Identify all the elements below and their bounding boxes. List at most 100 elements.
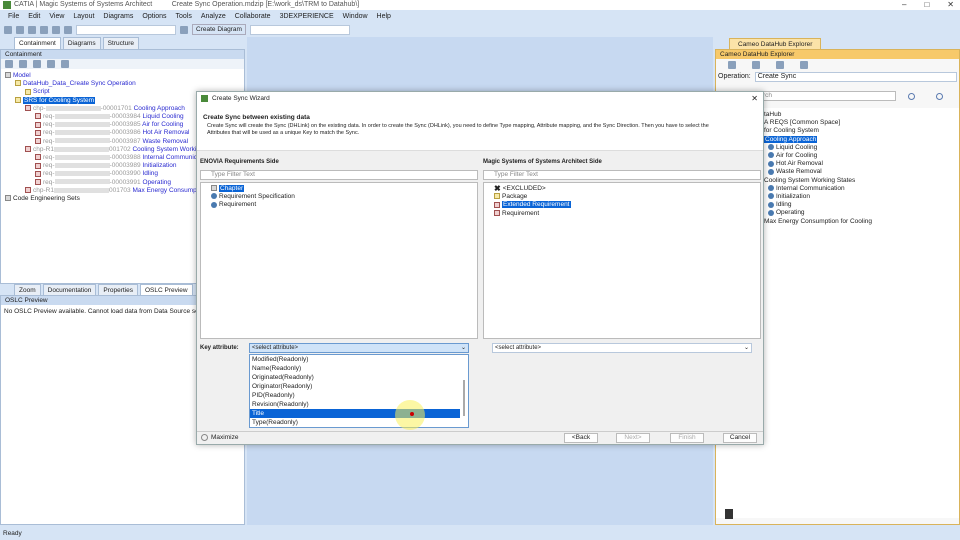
menu-diagrams[interactable]: Diagrams bbox=[103, 11, 133, 23]
app-icon bbox=[3, 1, 11, 9]
tree-item-excluded[interactable]: ✖ <EXCLUDED> bbox=[494, 185, 760, 193]
item-id: req- bbox=[43, 137, 55, 145]
star-icon[interactable] bbox=[47, 60, 55, 68]
sync-icon[interactable] bbox=[800, 61, 808, 69]
undo-icon[interactable] bbox=[52, 25, 60, 34]
datahub-tree-item[interactable]: Cooling Approach bbox=[764, 135, 959, 144]
tree-item-requirement[interactable]: Requirement bbox=[494, 210, 760, 218]
menu-analyze[interactable]: Analyze bbox=[201, 11, 226, 23]
menu-file[interactable]: File bbox=[8, 11, 19, 23]
create-diagram-button[interactable]: Create Diagram bbox=[192, 24, 246, 35]
datahub-tree-item[interactable]: Idling bbox=[764, 201, 959, 209]
expand-icon[interactable] bbox=[19, 60, 27, 68]
dropdown-option[interactable]: Title bbox=[250, 409, 460, 418]
datahub-tree-item[interactable]: Air for Cooling bbox=[764, 152, 959, 160]
dropdown-option[interactable]: Originator(Readonly) bbox=[250, 382, 460, 391]
redacted bbox=[53, 187, 109, 193]
key-attribute-right-select[interactable]: <select attribute> ⌄ bbox=[492, 343, 752, 353]
tab-diagrams[interactable]: Diagrams bbox=[62, 37, 101, 49]
dropdown-option[interactable]: PID(Readonly) bbox=[250, 391, 460, 400]
add-icon[interactable] bbox=[776, 61, 784, 69]
folder-icon[interactable] bbox=[33, 60, 41, 68]
datahub-tree-item[interactable]: A REQS [Common Space] bbox=[764, 119, 959, 127]
trash-icon[interactable] bbox=[725, 509, 733, 519]
search-icon[interactable] bbox=[752, 61, 760, 69]
datahub-tree-item[interactable]: Initialization bbox=[764, 193, 959, 201]
requirement-icon bbox=[494, 201, 500, 208]
menu-collaborate[interactable]: Collaborate bbox=[235, 11, 271, 23]
new-icon[interactable] bbox=[4, 25, 12, 34]
tab-containment[interactable]: Containment bbox=[14, 37, 61, 49]
open-icon[interactable] bbox=[16, 25, 24, 34]
tree-item-requirement[interactable]: Requirement bbox=[211, 201, 477, 209]
tree-item[interactable]: Model bbox=[5, 72, 244, 80]
datahub-tree-item[interactable]: Max Energy Consumption for Cooling bbox=[764, 218, 959, 226]
tree-item[interactable]: DataHub_Data_Create Sync Operation bbox=[5, 80, 244, 88]
back-button[interactable]: <Back bbox=[564, 433, 598, 443]
dropdown-scrollbar[interactable] bbox=[463, 380, 465, 416]
close-icon[interactable]: ✕ bbox=[751, 92, 758, 105]
dropdown-option[interactable]: Type(Readonly) bbox=[250, 418, 460, 427]
connect-icon[interactable] bbox=[728, 61, 736, 69]
tree-item-label: Liquid Cooling bbox=[776, 143, 818, 151]
print-icon[interactable] bbox=[40, 25, 48, 34]
menu-tools[interactable]: Tools bbox=[176, 11, 192, 23]
tree-item-extended-requirement[interactable]: Extended Requirement bbox=[494, 201, 760, 209]
datahub-tree-item[interactable]: taHub bbox=[764, 111, 959, 119]
collapse-icon[interactable] bbox=[5, 60, 13, 68]
datahub-tree-item[interactable]: Liquid Cooling bbox=[764, 144, 959, 152]
tab-structure[interactable]: Structure bbox=[102, 37, 140, 49]
dropdown-option[interactable]: Modified(Readonly) bbox=[250, 355, 460, 364]
datahub-tree-item[interactable]: Internal Communication bbox=[764, 185, 959, 193]
tree-item-requirement-spec[interactable]: Requirement Specification bbox=[211, 193, 477, 201]
finish-button[interactable]: Finish bbox=[670, 433, 704, 443]
operation-select[interactable]: Create Sync bbox=[754, 71, 957, 82]
redo-icon[interactable] bbox=[64, 25, 72, 34]
tree-item-chapter[interactable]: Chapter bbox=[211, 185, 477, 193]
enovia-type-tree: Chapter Requirement Specification Requir… bbox=[200, 182, 478, 339]
menu-options[interactable]: Options bbox=[142, 11, 166, 23]
menu-3dexperience[interactable]: 3DEXPERIENCE bbox=[280, 11, 334, 23]
magic-filter-input[interactable]: Type Filter Text bbox=[483, 170, 761, 180]
item-id-suffix: -00003987 bbox=[109, 137, 141, 145]
dropdown-option[interactable]: Originated(Readonly) bbox=[250, 373, 460, 382]
tree-item-label: Max Energy Consumption for Cooling bbox=[764, 217, 873, 225]
datahub-tree-item[interactable]: Hot Air Removal bbox=[764, 160, 959, 168]
menu-window[interactable]: Window bbox=[343, 11, 368, 23]
enovia-side-title: ENOVIA Requirements Side bbox=[200, 159, 279, 165]
key-attribute-left-select[interactable]: <select attribute> ⌄ bbox=[249, 343, 469, 353]
datahub-tree-item[interactable]: Waste Removal bbox=[764, 168, 959, 176]
folder-icon bbox=[15, 96, 21, 103]
menu-help[interactable]: Help bbox=[377, 11, 391, 23]
status-text: Ready bbox=[3, 530, 22, 537]
datahub-tree-item[interactable]: for Cooling System bbox=[764, 127, 959, 135]
enovia-filter-input[interactable]: Type Filter Text bbox=[200, 170, 478, 180]
maximize-toggle[interactable]: Maximize bbox=[201, 434, 238, 441]
search-up-icon[interactable] bbox=[908, 93, 915, 100]
item-id: req- bbox=[43, 121, 55, 129]
datahub-tree-item[interactable]: Operating bbox=[764, 209, 959, 217]
search-down-icon[interactable] bbox=[936, 93, 943, 100]
menu-edit[interactable]: Edit bbox=[28, 11, 40, 23]
search-icon[interactable] bbox=[61, 60, 69, 68]
model-icon bbox=[5, 72, 11, 79]
tree-item-package[interactable]: Package bbox=[494, 193, 760, 201]
menu-view[interactable]: View bbox=[49, 11, 64, 23]
datahub-tree-item[interactable]: Cooling System Working States bbox=[764, 177, 959, 185]
dropdown-option[interactable]: Name(Readonly) bbox=[250, 364, 460, 373]
toolbar-combo[interactable] bbox=[76, 24, 176, 35]
diagram-combo[interactable] bbox=[249, 24, 350, 35]
menu-layout[interactable]: Layout bbox=[73, 11, 94, 23]
close-icon[interactable]: ✕ bbox=[947, 0, 954, 10]
datahub-search-input[interactable]: rch bbox=[762, 91, 896, 101]
cancel-button[interactable]: Cancel bbox=[723, 433, 757, 443]
save-icon[interactable] bbox=[28, 25, 36, 34]
item-id-suffix: -00001701 bbox=[100, 104, 132, 112]
minimize-icon[interactable]: – bbox=[902, 0, 906, 10]
maximize-icon[interactable]: □ bbox=[924, 0, 929, 10]
next-button[interactable]: Next> bbox=[616, 433, 650, 443]
chevron-down-icon: ⌄ bbox=[460, 345, 466, 351]
chapter-icon bbox=[211, 185, 217, 192]
dropdown-option[interactable]: Revision(Readonly) bbox=[250, 400, 460, 409]
layout-icon[interactable] bbox=[180, 25, 188, 34]
